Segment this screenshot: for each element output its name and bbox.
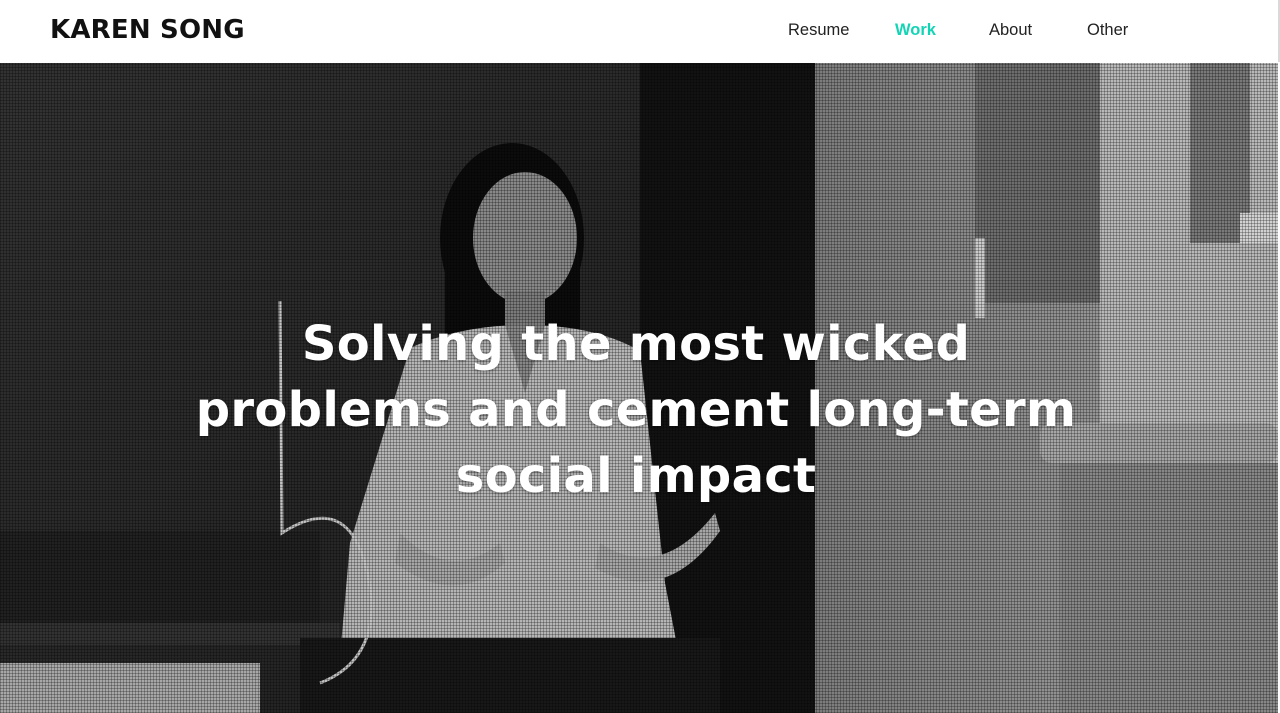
hero-section: Solving the most wicked problems and cem… xyxy=(0,63,1278,713)
nav-item-other[interactable]: Other xyxy=(1087,21,1128,40)
nav-item-resume[interactable]: Resume xyxy=(788,21,849,40)
nav-item-about[interactable]: About xyxy=(989,21,1032,40)
site-header: KAREN SONG Resume Work About Other xyxy=(0,0,1280,62)
hero-headline: Solving the most wicked problems and cem… xyxy=(195,316,1077,504)
nav-item-work[interactable]: Work xyxy=(895,21,936,40)
site-logo[interactable]: KAREN SONG xyxy=(50,15,245,45)
